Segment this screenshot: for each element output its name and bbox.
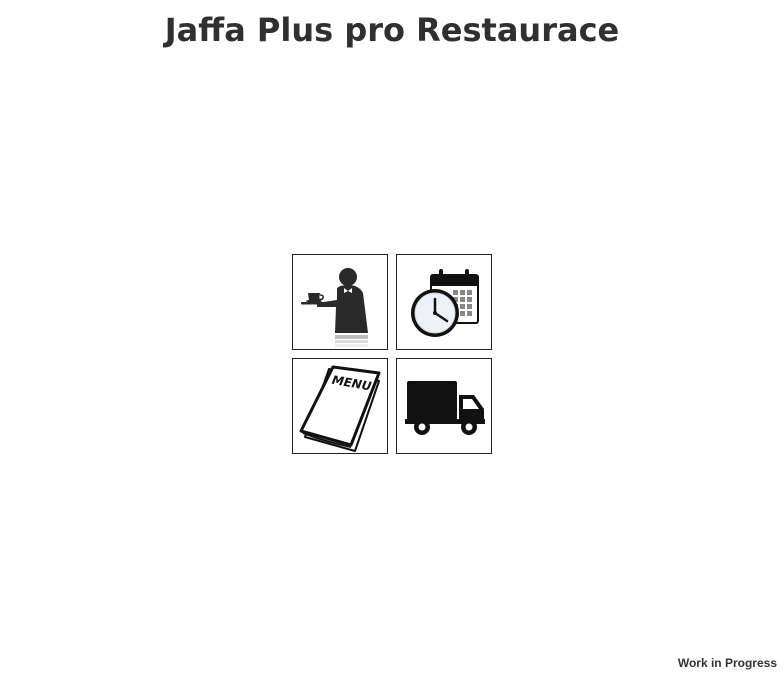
tile-grid: MENU [292, 254, 492, 454]
delivery-tile[interactable] [396, 358, 492, 454]
delivery-truck-icon [405, 381, 485, 435]
calendar-clock-icon [411, 269, 479, 337]
waiter-tile[interactable] [292, 254, 388, 350]
waiter-icon [301, 268, 368, 347]
menu-tile[interactable]: MENU [292, 358, 388, 454]
status-text: Work in Progress [677, 656, 777, 670]
menu-icon: MENU [299, 365, 381, 452]
page-title: Jaffa Plus pro Restaurace [164, 11, 620, 49]
reservations-tile[interactable] [396, 254, 492, 350]
